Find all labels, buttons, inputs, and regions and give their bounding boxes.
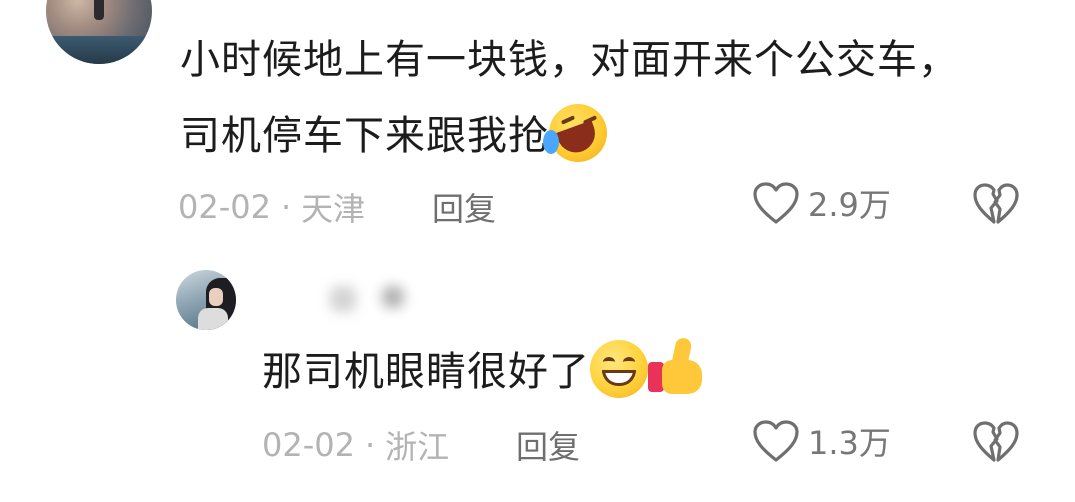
comment-date: 02-02 (178, 188, 271, 226)
reply-body: 那司机眼睛很好了 (262, 349, 590, 395)
heart-outline-icon (753, 182, 799, 224)
reply-location: 浙江 (385, 428, 450, 466)
grinning-face-emoji-icon (590, 340, 648, 398)
reply-meta: 02-02 · 浙江 (262, 422, 449, 468)
meta-separator: · (280, 188, 292, 226)
meta-separator: · (364, 426, 376, 464)
avatar-figure-body (198, 308, 228, 330)
blurred-username (330, 286, 404, 312)
laughing-tears-emoji-icon (543, 104, 607, 162)
reply-button[interactable]: 回复 (432, 184, 496, 230)
blurred-name-part (330, 286, 356, 312)
avatar[interactable] (176, 270, 236, 330)
heart-outline-icon (753, 420, 799, 462)
like-button[interactable]: 1.3万 (752, 418, 891, 464)
like-count: 1.3万 (808, 424, 891, 462)
like-count: 2.9万 (808, 186, 891, 224)
dislike-button[interactable] (972, 420, 1020, 464)
dislike-button[interactable] (972, 182, 1020, 226)
avatar-background (46, 36, 152, 64)
comment-meta: 02-02 · 天津 (178, 184, 365, 230)
avatar[interactable] (46, 0, 152, 64)
avatar-face (209, 288, 223, 306)
broken-heart-icon (973, 183, 1019, 224)
blurred-name-part (382, 286, 404, 308)
reply-date: 02-02 (262, 426, 355, 464)
comment-text: 小时候地上有一块钱，对面开来个公交车，司机停车下来跟我抢 (180, 22, 960, 174)
like-button[interactable]: 2.9万 (752, 180, 891, 226)
thumbs-up-emoji-icon (648, 336, 708, 398)
reply-button[interactable]: 回复 (516, 422, 580, 468)
avatar-figure (94, 0, 104, 20)
reply-text: 那司机眼睛很好了 (262, 334, 962, 410)
comment-location: 天津 (301, 190, 366, 228)
broken-heart-icon (973, 421, 1019, 462)
